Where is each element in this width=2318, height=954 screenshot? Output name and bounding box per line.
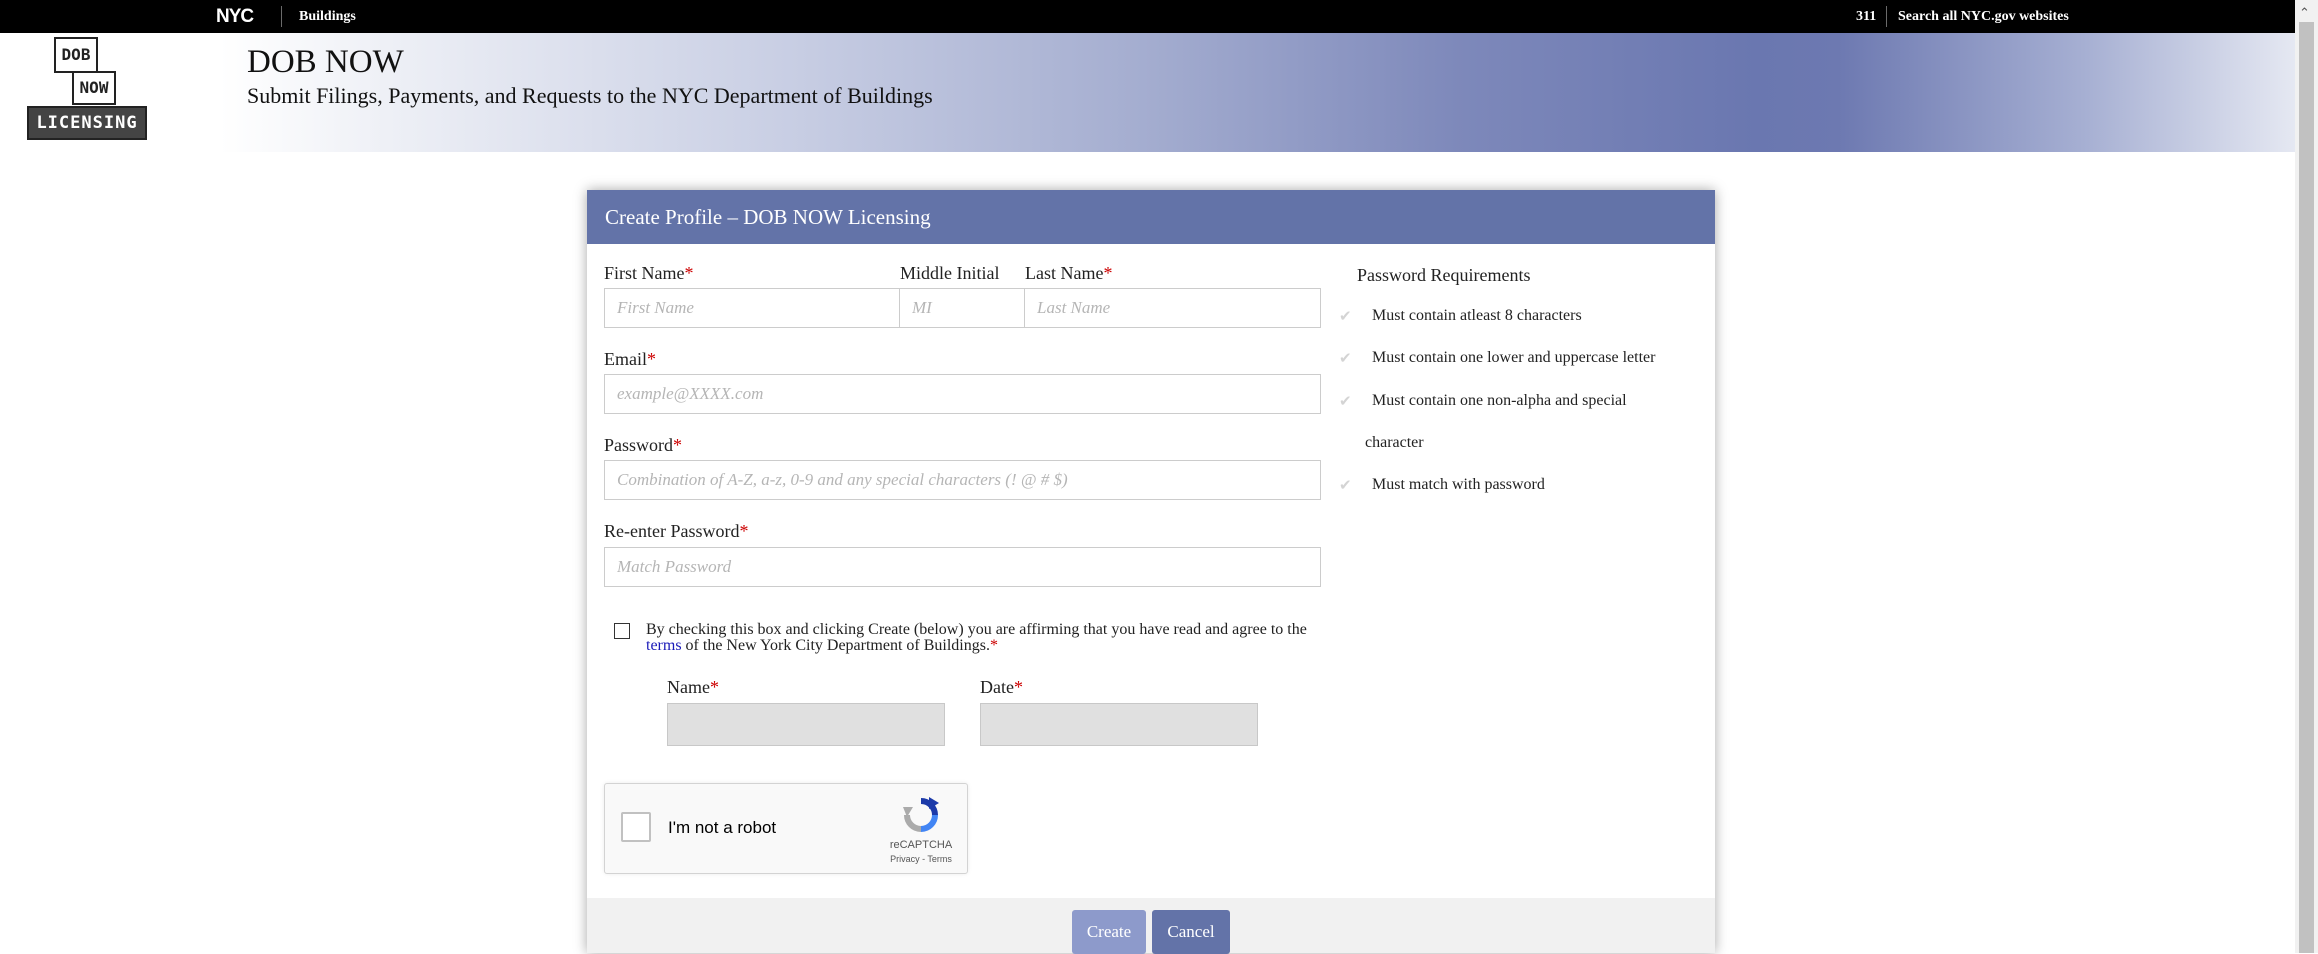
reenter-password-label: Re-enter Password* [604, 521, 749, 541]
app-title: DOB NOW [247, 44, 404, 80]
create-button[interactable]: Create [1072, 910, 1146, 954]
search-nyc-link[interactable]: Search all NYC.gov websites [1898, 8, 2069, 25]
check-icon: ✔ [1339, 476, 1352, 494]
nyc-top-bar: NYC Buildings 311 Search all NYC.gov web… [0, 0, 2295, 33]
password-requirements-title: Password Requirements [1357, 265, 1531, 285]
scrollbar-thumb[interactable] [2299, 22, 2314, 953]
first-name-input[interactable] [604, 288, 900, 328]
recaptcha-checkbox[interactable] [621, 812, 651, 842]
nyc-logo[interactable]: NYC [216, 7, 254, 27]
password-requirement-item: Must contain atleast 8 characters [1372, 307, 1582, 324]
password-requirement-item-continued: character [1365, 434, 1424, 451]
buildings-link[interactable]: Buildings [299, 8, 356, 25]
logo-box-now: NOW [72, 71, 116, 105]
recaptcha-privacy-terms-links[interactable]: Privacy - Terms [885, 854, 957, 864]
sign-date-input [980, 703, 1258, 746]
first-name-label: First Name* [604, 263, 694, 283]
check-icon: ✔ [1339, 349, 1352, 367]
app-subtitle: Submit Filings, Payments, and Requests t… [247, 83, 933, 108]
cancel-button[interactable]: Cancel [1152, 910, 1230, 954]
password-requirement-item: Must contain one lower and uppercase let… [1372, 349, 1656, 366]
recaptcha-logo-icon [903, 797, 939, 832]
create-profile-card: Create Profile – DOB NOW Licensing First… [587, 190, 1715, 954]
top-bar-divider [1886, 6, 1887, 27]
middle-initial-label: Middle Initial [900, 263, 1000, 283]
logo-box-dob: DOB [54, 37, 98, 73]
agree-terms-text: By checking this box and clicking Create… [646, 621, 1307, 654]
password-requirement-item: Must match with password [1372, 476, 1545, 493]
card-footer: Create Cancel [587, 898, 1715, 954]
sign-name-input [667, 703, 945, 746]
password-input[interactable] [604, 460, 1321, 500]
check-icon: ✔ [1339, 392, 1352, 410]
terms-link[interactable]: terms [646, 637, 682, 654]
scroll-up-arrow-icon[interactable]: ⌃ [2299, 6, 2310, 21]
password-label: Password* [604, 435, 683, 455]
last-name-input[interactable] [1024, 288, 1321, 328]
sign-name-label: Name* [667, 677, 719, 697]
recaptcha-brand: reCAPTCHA [889, 839, 953, 851]
reenter-password-input[interactable] [604, 547, 1321, 587]
email-input[interactable] [604, 374, 1321, 414]
sign-date-label: Date* [980, 677, 1023, 697]
recaptcha-widget: I'm not a robot reCAPTCHA Privacy - Term… [604, 783, 968, 874]
password-requirement-item: Must contain one non-alpha and special [1372, 392, 1627, 409]
agree-terms-checkbox[interactable] [614, 623, 630, 639]
top-bar-divider [281, 6, 282, 27]
card-header: Create Profile – DOB NOW Licensing [587, 190, 1715, 244]
last-name-label: Last Name* [1025, 263, 1113, 283]
phone-311-link[interactable]: 311 [1856, 8, 1876, 25]
logo-box-licensing: LICENSING [27, 106, 147, 140]
recaptcha-label: I'm not a robot [668, 818, 777, 837]
middle-initial-input[interactable] [899, 288, 1025, 328]
dob-now-licensing-logo[interactable]: DOB NOW LICENSING [27, 37, 147, 141]
email-label: Email* [604, 349, 656, 369]
card-title: Create Profile – DOB NOW Licensing [605, 205, 931, 229]
check-icon: ✔ [1339, 307, 1352, 325]
